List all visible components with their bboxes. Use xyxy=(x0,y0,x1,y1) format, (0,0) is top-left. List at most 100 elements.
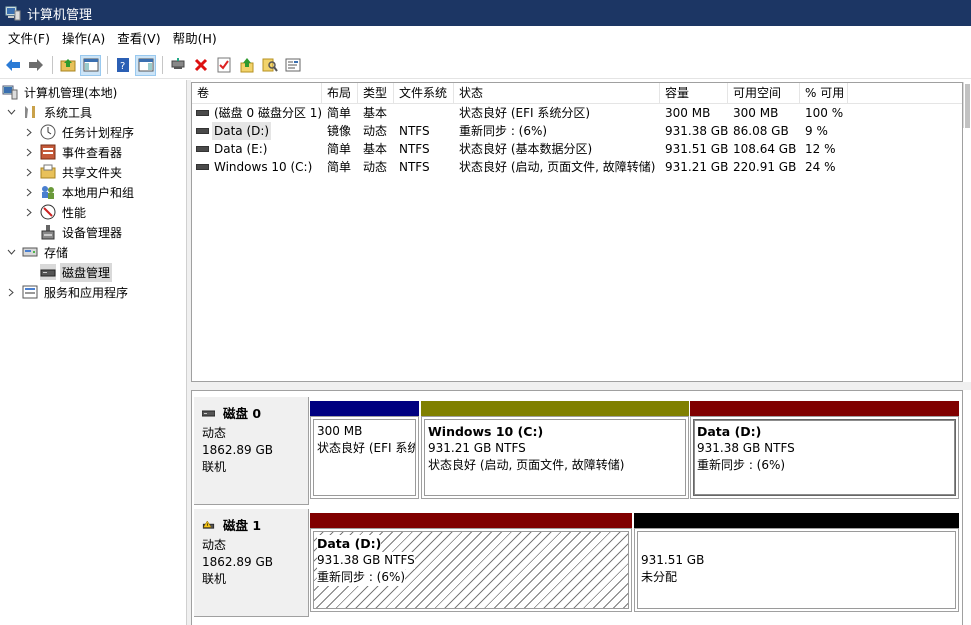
scrollbar-thumb[interactable] xyxy=(965,84,970,128)
volume-status: 重新同步 : (6%) xyxy=(459,124,548,138)
properties-icon[interactable] xyxy=(213,55,234,76)
svg-text:?: ? xyxy=(120,61,125,72)
volume-layout: 简单 xyxy=(327,142,352,156)
tree-label: 存储 xyxy=(44,245,69,260)
chevron-down-icon[interactable] xyxy=(6,247,16,257)
column-header-capacity[interactable]: 容量 xyxy=(660,83,728,103)
up-folder-icon[interactable] xyxy=(57,55,78,76)
partition-efi[interactable]: 300 MB 状态良好 (EFI 系统 xyxy=(310,416,419,499)
disk-name: 磁盘 0 xyxy=(223,406,262,421)
disk-1-label[interactable]: 磁盘 1 动态 1862.89 GB 联机 xyxy=(194,509,309,617)
tree-item-services[interactable]: 服务和应用程序 xyxy=(6,282,130,302)
volume-filesystem: NTFS xyxy=(399,142,430,156)
services-icon xyxy=(22,285,38,299)
tree-item-local-users[interactable]: 本地用户和组 xyxy=(24,182,136,202)
volume-icon xyxy=(196,128,209,134)
volume-name: Data (D:) xyxy=(212,122,272,140)
partition-bar xyxy=(690,401,959,416)
tree-item-performance[interactable]: 性能 xyxy=(24,202,88,222)
forward-icon[interactable] xyxy=(25,55,46,76)
help-icon[interactable]: ? xyxy=(112,55,133,76)
column-header-type[interactable]: 类型 xyxy=(358,83,394,103)
volume-icon xyxy=(196,110,209,116)
column-header-filesystem[interactable]: 文件系统 xyxy=(394,83,454,103)
tree-item-event-viewer[interactable]: 事件查看器 xyxy=(24,142,124,162)
tree-label: 服务和应用程序 xyxy=(44,285,129,300)
tree-label: 磁盘管理 xyxy=(60,262,113,282)
partition-size: 931.38 GB NTFS xyxy=(317,552,415,569)
volume-icon xyxy=(196,164,209,170)
tree-label: 任务计划程序 xyxy=(62,125,135,140)
partition-status: 重新同步 : (6%) xyxy=(697,458,786,472)
back-icon[interactable] xyxy=(2,55,23,76)
volume-free-space: 86.08 GB xyxy=(733,124,789,138)
device-manager-icon xyxy=(41,225,55,240)
chevron-right-icon[interactable] xyxy=(24,147,34,157)
partition-status: 状态良好 (EFI 系统 xyxy=(317,441,416,455)
tree-item-task-scheduler[interactable]: 任务计划程序 xyxy=(24,122,136,142)
volume-filesystem: NTFS xyxy=(399,160,430,174)
partition-size: 931.21 GB NTFS xyxy=(428,441,526,455)
volume-percent-free: 9 % xyxy=(805,124,828,138)
volume-status: 状态良好 (启动, 页面文件, 故障转储) xyxy=(459,160,656,174)
table-row[interactable]: Data (E:) 简单 基本 NTFS 状态良好 (基本数据分区) 931.5… xyxy=(192,140,848,158)
volume-capacity: 931.38 GB xyxy=(665,124,728,138)
volume-type: 动态 xyxy=(363,160,388,174)
table-row[interactable]: Windows 10 (C:) 简单 动态 NTFS 状态良好 (启动, 页面文… xyxy=(192,158,848,176)
tree-item-computer-management[interactable]: 计算机管理(本地) xyxy=(2,82,119,102)
tree-label: 性能 xyxy=(62,205,87,220)
find-icon[interactable] xyxy=(259,55,280,76)
settings-icon[interactable] xyxy=(282,55,303,76)
chevron-right-icon[interactable] xyxy=(24,127,34,137)
tree-label: 系统工具 xyxy=(44,105,93,120)
event-viewer-icon xyxy=(40,144,56,160)
disk-status: 联机 xyxy=(202,460,227,474)
menu-action[interactable]: 操作(A) xyxy=(56,28,111,50)
tree-item-device-manager[interactable]: 设备管理器 xyxy=(40,222,124,242)
disk-0-label[interactable]: 磁盘 0 动态 1862.89 GB 联机 xyxy=(194,397,309,505)
menu-view[interactable]: 查看(V) xyxy=(111,28,166,50)
tree-item-shared-folders[interactable]: 共享文件夹 xyxy=(24,162,124,182)
partition-windows-c[interactable]: Windows 10 (C:) 931.21 GB NTFS 状态良好 (启动,… xyxy=(421,416,689,499)
volume-layout: 镜像 xyxy=(327,124,352,138)
table-row[interactable]: Data (D:) 镜像 动态 NTFS 重新同步 : (6%) 931.38 … xyxy=(192,122,848,140)
tree-item-disk-management[interactable]: 磁盘管理 xyxy=(40,262,113,282)
menu-help[interactable]: 帮助(H) xyxy=(167,28,223,50)
chevron-right-icon[interactable] xyxy=(24,167,34,177)
column-header-volume[interactable]: 卷 xyxy=(192,83,322,103)
delete-icon[interactable] xyxy=(190,55,211,76)
shared-folder-icon xyxy=(40,164,56,179)
partition-data-d-mirror[interactable]: Data (D:) 931.38 GB NTFS 重新同步 : (6%) xyxy=(310,528,632,612)
vertical-scrollbar[interactable] xyxy=(963,82,971,128)
partition-data-d[interactable]: Data (D:) 931.38 GB NTFS 重新同步 : (6%) xyxy=(690,416,959,499)
partition-size: 931.51 GB xyxy=(641,553,705,567)
chevron-right-icon[interactable] xyxy=(6,287,16,297)
export-icon[interactable] xyxy=(236,55,257,76)
unallocated-space[interactable]: 931.51 GB 未分配 xyxy=(634,528,959,612)
volume-status: 状态良好 (EFI 系统分区) xyxy=(459,106,591,120)
volume-list: 卷 布局 类型 文件系统 状态 容量 可用空间 % 可用 (磁盘 0 磁盘分区 … xyxy=(191,82,963,382)
show-hide-tree-icon[interactable] xyxy=(80,54,101,76)
column-header-layout[interactable]: 布局 xyxy=(322,83,358,103)
disk-size: 1862.89 GB xyxy=(202,443,273,457)
horizontal-splitter[interactable] xyxy=(191,382,971,390)
chevron-right-icon[interactable] xyxy=(24,187,34,197)
volume-percent-free: 100 % xyxy=(805,106,844,120)
tree-item-storage[interactable]: 存储 xyxy=(6,242,70,262)
navigation-tree: 计算机管理(本地) 系统工具 任务计划程序 事件查看器 共享文件夹 本地用户和组 xyxy=(0,80,187,625)
action-pane-icon[interactable] xyxy=(135,54,156,76)
partition-status: 未分配 xyxy=(641,570,678,584)
volume-name: Data (E:) xyxy=(214,142,268,156)
column-header-free-space[interactable]: 可用空间 xyxy=(728,83,800,103)
chevron-right-icon[interactable] xyxy=(24,207,34,217)
volume-type: 基本 xyxy=(363,106,388,120)
disk-icon xyxy=(202,410,215,416)
tree-item-system-tools[interactable]: 系统工具 xyxy=(6,102,94,122)
column-header-status[interactable]: 状态 xyxy=(454,83,660,103)
chevron-down-icon[interactable] xyxy=(6,107,16,117)
connect-icon[interactable] xyxy=(167,55,188,76)
menu-file[interactable]: 文件(F) xyxy=(2,28,56,50)
partition-bar xyxy=(421,401,689,416)
table-row[interactable]: (磁盘 0 磁盘分区 1) 简单 基本 状态良好 (EFI 系统分区) 300 … xyxy=(192,104,848,122)
column-header-percent-free[interactable]: % 可用 xyxy=(800,83,848,103)
